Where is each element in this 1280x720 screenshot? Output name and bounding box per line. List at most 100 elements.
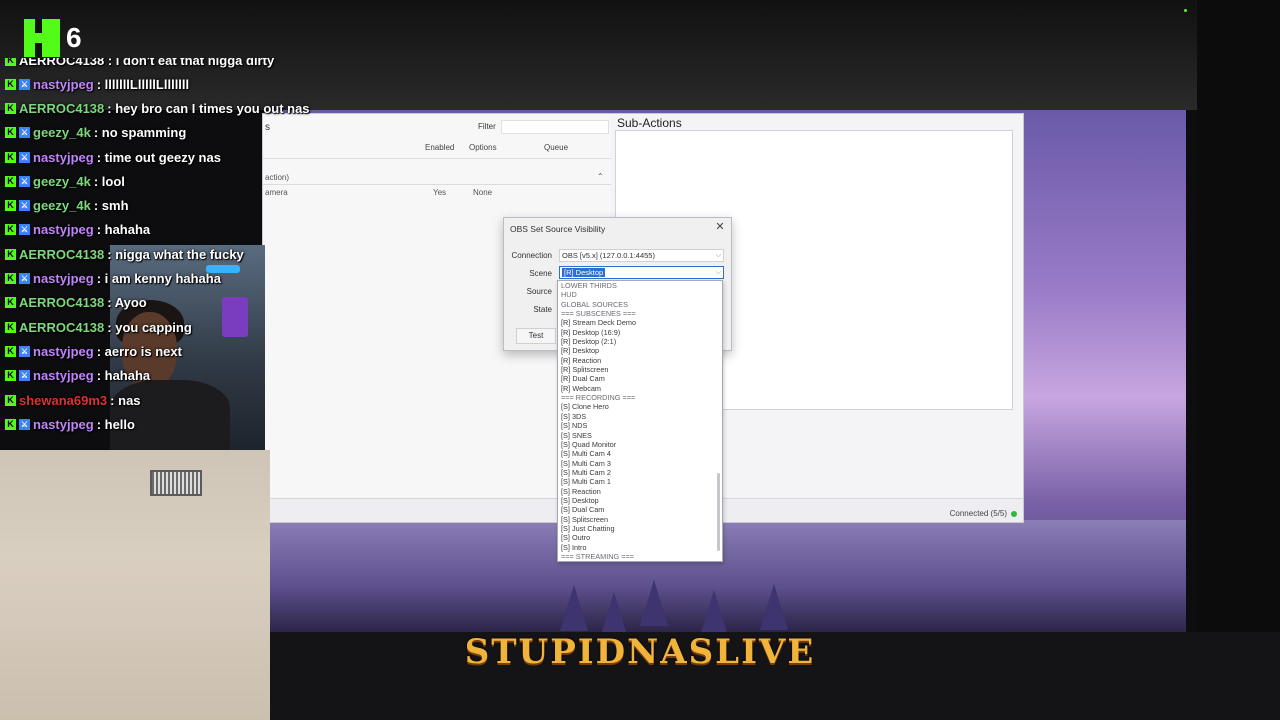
scene-option[interactable]: === STREAMING === [558, 552, 722, 561]
chat-username[interactable]: nastyjpeg [33, 77, 94, 92]
test-button[interactable]: Test [516, 328, 556, 344]
kick-badge-icon: K [5, 175, 16, 187]
scene-option[interactable]: [S] Just Chatting [558, 524, 722, 533]
chat-message: K ⚔ nastyjpeg : aerro is next [0, 339, 330, 363]
chat-message: K ⚔ nastyjpeg : hahaha [0, 364, 330, 388]
scene-option[interactable]: [R] Reaction [558, 356, 722, 365]
scene-option[interactable]: [R] Dual Cam [558, 374, 722, 383]
chat-message: K AERROC4138 : nigga what the fucky [0, 242, 330, 266]
game-ground [270, 520, 1186, 632]
kick-badge-icon: K [5, 78, 16, 90]
sword-badge-icon: ⚔ [19, 200, 30, 212]
scene-option[interactable]: [R] Desktop [558, 346, 722, 355]
chat-username[interactable]: nastyjpeg [33, 344, 94, 359]
collapse-chevron-icon[interactable]: ⌃ [597, 172, 604, 181]
chat-username[interactable]: geezy_4k [33, 174, 91, 189]
scene-option[interactable]: [S] Multi Cam 4 [558, 449, 722, 458]
scene-option[interactable]: [S] NDS [558, 421, 722, 430]
room-camera-feed [0, 450, 270, 720]
chat-message-body: aerro is next [104, 343, 182, 359]
chat-message-text: AERROC4138 : i don't eat that nigga dirt… [19, 58, 275, 68]
chat-username[interactable]: shewana69m3 [19, 393, 107, 408]
kick-badge-icon: K [5, 200, 16, 212]
scene-option[interactable]: HUD [558, 290, 722, 299]
scene-option[interactable]: [S] Clone Hero [558, 402, 722, 411]
connection-status-text: Connected (5/5) [949, 509, 1007, 518]
chat-separator: : [96, 416, 105, 432]
chat-username[interactable]: nastyjpeg [33, 417, 94, 432]
chat-username[interactable]: nastyjpeg [33, 368, 94, 383]
filter-input[interactable] [501, 120, 609, 134]
scene-select[interactable]: [R] Desktop ⌵ [559, 266, 724, 279]
scene-option[interactable]: [S] Quad Monitor [558, 440, 722, 449]
chat-username[interactable]: geezy_4k [33, 198, 91, 213]
channel-banner: STUPIDNASLIVE [464, 632, 816, 672]
chat-message: Kshewana69m3 : nas [0, 388, 330, 412]
viewer-count: 6 [66, 22, 82, 53]
chat-message-text: : smh [94, 198, 129, 213]
connection-select[interactable]: OBS [v5.x] (127.0.0.1:4455) ⌵ [559, 249, 724, 262]
scene-option[interactable]: [S] Outro [558, 533, 722, 542]
scene-option[interactable]: [R] Stream Deck Demo [558, 318, 722, 327]
chat-message-text: : no spamming [94, 125, 186, 140]
column-enabled[interactable]: Enabled [425, 143, 454, 152]
scene-option[interactable]: LOWER THIRDS [558, 281, 722, 290]
chat-message-body: no spamming [101, 125, 187, 141]
scene-option[interactable]: [S] Multi Cam 1 [558, 477, 722, 486]
scene-option[interactable]: [S] Reaction [558, 487, 722, 496]
filter-label: Filter [478, 122, 496, 131]
sword-badge-icon: ⚔ [19, 78, 30, 90]
chat-username[interactable]: AERROC4138 [19, 320, 104, 335]
scene-option[interactable]: GLOBAL SOURCES [558, 300, 722, 309]
chat-separator: : [96, 271, 105, 287]
chat-username[interactable]: geezy_4k [33, 125, 91, 140]
kick-k-icon [24, 19, 60, 57]
chat-message-body: lllllllLlllllLlllllll [104, 76, 190, 92]
stream-frame: { "logo": { "viewer_count": "6", "accent… [0, 0, 1280, 720]
scene-option[interactable]: === SUBSCENES === [558, 309, 722, 318]
chat-username[interactable]: AERROC4138 [19, 295, 104, 310]
kick-badge-icon: K [5, 127, 16, 139]
chat-message-text: : nas [110, 393, 140, 408]
chat-username[interactable]: AERROC4138 [19, 101, 104, 116]
scene-dropdown-list[interactable]: LOWER THIRDS HUD GLOBAL SOURCES === SUBSCEN… [557, 280, 723, 562]
chat-separator: : [96, 343, 105, 359]
scene-option[interactable]: [S] Intro [558, 543, 722, 552]
chat-message-text: : you capping [107, 320, 192, 335]
connected-dot-icon [1011, 510, 1017, 517]
close-icon[interactable]: ✕ [713, 220, 727, 234]
dropdown-scrollbar[interactable] [717, 473, 720, 551]
scene-option[interactable]: [R] Desktop (16:9) [558, 328, 722, 337]
chat-message: K ⚔ nastyjpeg : time out geezy nas [0, 145, 330, 169]
chat-overlay: K AERROC4138 : i don't eat that nigga di… [0, 58, 330, 436]
subactions-title: Sub-Actions [617, 116, 682, 130]
chat-separator: : [96, 149, 105, 165]
scene-option[interactable]: [S] Multi Cam 2 [558, 468, 722, 477]
column-queue[interactable]: Queue [544, 143, 568, 152]
game-tree [560, 585, 588, 631]
scene-option[interactable]: [S] Multi Cam 3 [558, 459, 722, 468]
chat-username[interactable]: nastyjpeg [33, 150, 94, 165]
scene-option[interactable]: [S] Splitscreen [558, 515, 722, 524]
action-row-enabled: Yes [433, 188, 447, 197]
scene-option[interactable]: [R] Splitscreen [558, 365, 722, 374]
chat-message-text: : lllllllLlllllLlllllll [97, 77, 189, 92]
scene-option[interactable]: [R] Desktop (2:1) [558, 337, 722, 346]
scene-option[interactable]: [S] 3DS [558, 412, 722, 421]
scene-option[interactable]: [S] Desktop [558, 496, 722, 505]
scene-option[interactable]: [S] SNES [558, 431, 722, 440]
kick-badge-icon: K [5, 321, 16, 333]
scene-option[interactable]: [R] Webcam [558, 384, 722, 393]
chat-username[interactable]: nastyjpeg [33, 222, 94, 237]
sword-badge-icon: ⚔ [19, 224, 30, 236]
scene-option[interactable]: === RECORDING === [558, 393, 722, 402]
chat-username[interactable]: nastyjpeg [33, 271, 94, 286]
kick-badge-icon: K [5, 102, 16, 114]
column-options[interactable]: Options [469, 143, 497, 152]
game-tree [760, 584, 788, 630]
scene-option[interactable]: [S] Dual Cam [558, 505, 722, 514]
game-tree [700, 590, 728, 636]
chat-username[interactable]: AERROC4138 [19, 247, 104, 262]
wall-vent [150, 470, 202, 496]
scene-value: [R] Desktop [562, 268, 606, 277]
